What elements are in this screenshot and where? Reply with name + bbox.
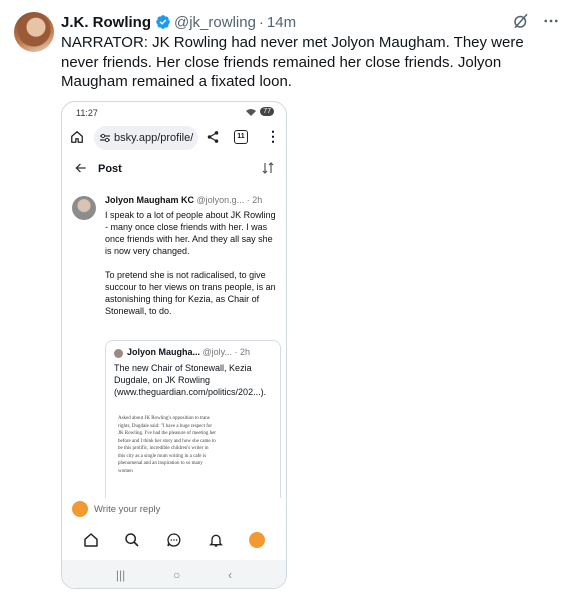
search-icon[interactable] — [124, 532, 140, 548]
post-author-name[interactable]: Jolyon Maugham KC — [105, 195, 194, 205]
browser-home-icon[interactable] — [70, 130, 84, 144]
quoted-author-name: Jolyon Maugha... — [127, 347, 201, 357]
bell-icon[interactable] — [208, 532, 224, 548]
tweet-text: NARRATOR: JK Rowling had never met Jolyo… — [61, 34, 524, 90]
more-icon[interactable] — [542, 12, 560, 30]
author-handle[interactable]: @jk_rowling — [174, 14, 256, 31]
url-text: bsky.app/profile/ — [114, 132, 194, 144]
separator-dot: · — [258, 13, 264, 31]
back-button[interactable]: ‹ — [228, 568, 232, 582]
quoted-post-time: · 2h — [234, 347, 251, 357]
quoted-author-handle: @joly... — [202, 347, 233, 357]
tab-count-button[interactable]: 11 — [234, 130, 248, 144]
author-avatar[interactable] — [14, 12, 54, 52]
grok-icon[interactable] — [512, 12, 530, 30]
reply-avatar — [72, 501, 88, 517]
post-paragraph: To pretend she is not radicalised, to gi… — [105, 270, 276, 316]
tweet-actions-top — [512, 12, 560, 30]
reply-input[interactable]: Write your reply — [94, 504, 160, 515]
post-header-title: Post — [98, 163, 122, 175]
site-settings-icon[interactable] — [100, 133, 110, 143]
status-right: 77 — [246, 107, 274, 116]
reply-bar[interactable]: Write your reply — [62, 498, 286, 520]
tweet-header: J.K. Rowling @jk_rowling · 14m — [61, 12, 296, 32]
quoted-post[interactable]: Jolyon Maugha... @joly... · 2h The new C… — [105, 340, 281, 510]
post-time: · 2h — [246, 195, 263, 205]
quoted-author-line: Jolyon Maugha... @joly... · 2h — [127, 347, 250, 357]
url-field[interactable]: bsky.app/profile/ — [94, 126, 198, 150]
post-author-avatar[interactable] — [72, 196, 96, 220]
post-header: Post — [62, 158, 286, 182]
home-button[interactable]: ○ — [173, 568, 180, 582]
share-icon[interactable] — [206, 130, 220, 144]
tweet-time[interactable]: 14m — [267, 14, 296, 31]
battery-indicator: 77 — [260, 107, 274, 116]
thread-options-icon[interactable] — [262, 162, 274, 174]
chat-icon[interactable] — [166, 532, 182, 548]
wifi-icon — [246, 108, 257, 116]
post-author-line: Jolyon Maugham KC @jolyon.g... · 2h — [105, 195, 262, 205]
post-body: I speak to a lot of people about JK Rowl… — [105, 209, 280, 329]
home-icon[interactable] — [83, 532, 99, 548]
back-arrow-icon[interactable] — [74, 161, 88, 175]
post-author-handle[interactable]: @jolyon.g... — [197, 195, 245, 205]
attached-screenshot[interactable]: 11:27 77 bsky.app/profile/ 11 ⋮ Post Jol… — [61, 101, 287, 589]
browser-menu-icon[interactable]: ⋮ — [266, 129, 280, 143]
system-nav-bar: ||| ○ ‹ — [62, 560, 286, 588]
recent-apps-button[interactable]: ||| — [116, 568, 125, 582]
phone-status-bar: 11:27 77 — [62, 102, 286, 122]
verified-badge-icon — [156, 15, 170, 29]
author-name[interactable]: J.K. Rowling — [61, 14, 151, 31]
quoted-post-text: The new Chair of Stonewall, Kezia Dugdal… — [114, 363, 267, 397]
article-excerpt: Asked about JK Rowling's opposition to t… — [118, 416, 216, 474]
quoted-article-image[interactable]: Asked about JK Rowling's opposition to t… — [114, 409, 220, 509]
app-bottom-nav — [62, 522, 286, 558]
post-paragraph: I speak to a lot of people about JK Rowl… — [105, 210, 276, 256]
quoted-author-avatar — [114, 349, 123, 358]
profile-avatar-icon[interactable] — [249, 532, 266, 548]
status-time: 11:27 — [76, 108, 98, 118]
browser-url-bar: bsky.app/profile/ 11 ⋮ — [62, 124, 286, 152]
